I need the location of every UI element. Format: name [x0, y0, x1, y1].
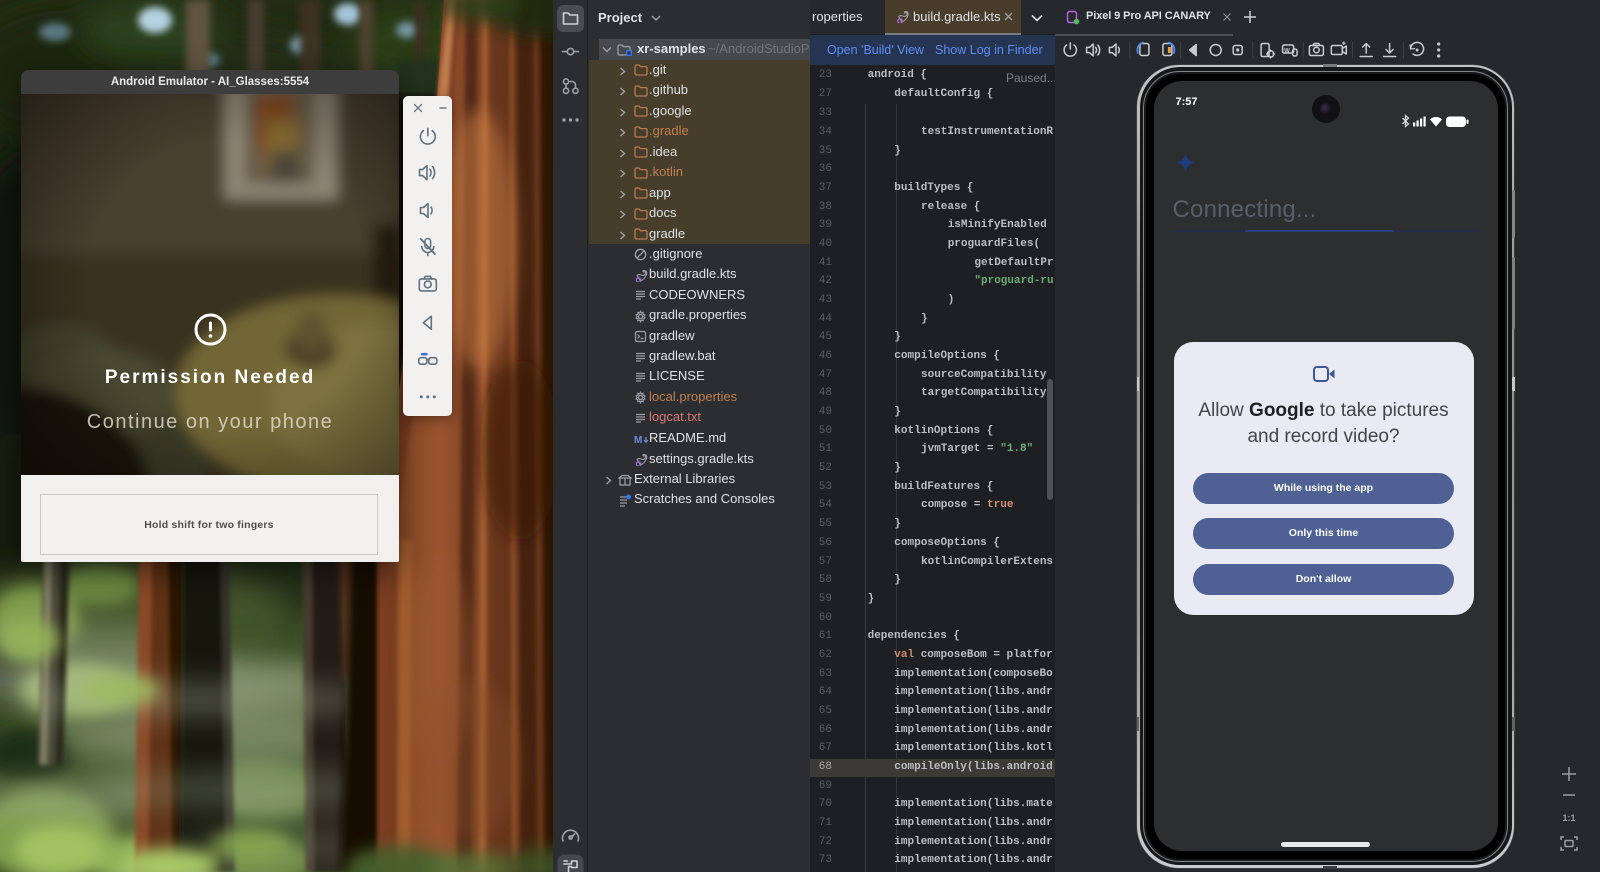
svg-text:W: W	[1284, 49, 1290, 55]
svg-text:M: M	[634, 435, 642, 445]
svg-text:1:1: 1:1	[1562, 813, 1575, 823]
